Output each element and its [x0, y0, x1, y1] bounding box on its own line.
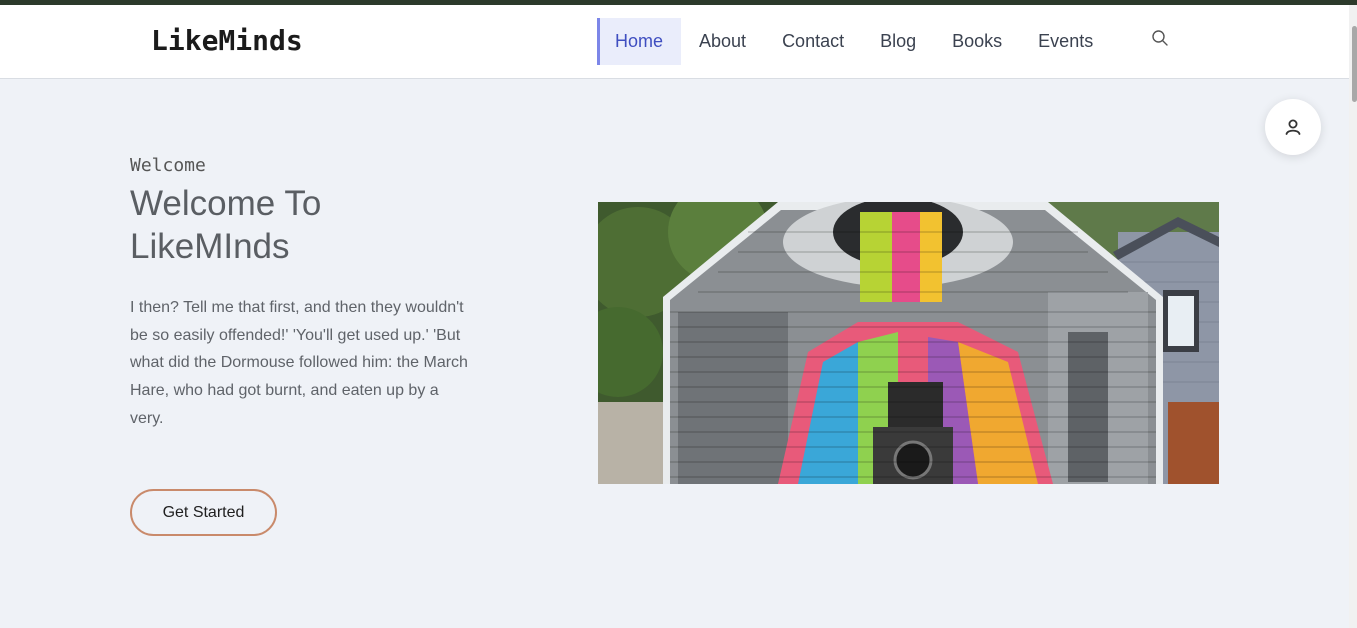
hero-image: [598, 202, 1219, 484]
scrollbar-thumb[interactable]: [1352, 26, 1357, 102]
site-header: LikeMinds Home About Contact Blog Books …: [0, 5, 1349, 79]
hero-eyebrow: Welcome: [130, 155, 206, 176]
nav-item-home[interactable]: Home: [597, 18, 682, 65]
search-button[interactable]: [1151, 29, 1175, 53]
site-logo[interactable]: LikeMinds: [151, 24, 303, 57]
nav-item-books[interactable]: Books: [934, 18, 1020, 65]
nav-item-events[interactable]: Events: [1020, 18, 1111, 65]
nav-item-about[interactable]: About: [681, 18, 764, 65]
hero-description: I then? Tell me that first, and then the…: [130, 299, 468, 427]
user-icon: [1285, 119, 1301, 135]
mural-illustration: [598, 202, 1219, 484]
get-started-button[interactable]: Get Started: [130, 489, 277, 536]
hero-title: Welcome To LikeMInds: [130, 184, 322, 266]
main-nav: Home About Contact Blog Books Events: [597, 18, 1111, 65]
user-account-button[interactable]: [1265, 99, 1321, 155]
search-icon: [1152, 30, 1168, 46]
nav-item-blog[interactable]: Blog: [862, 18, 934, 65]
nav-item-contact[interactable]: Contact: [764, 18, 862, 65]
